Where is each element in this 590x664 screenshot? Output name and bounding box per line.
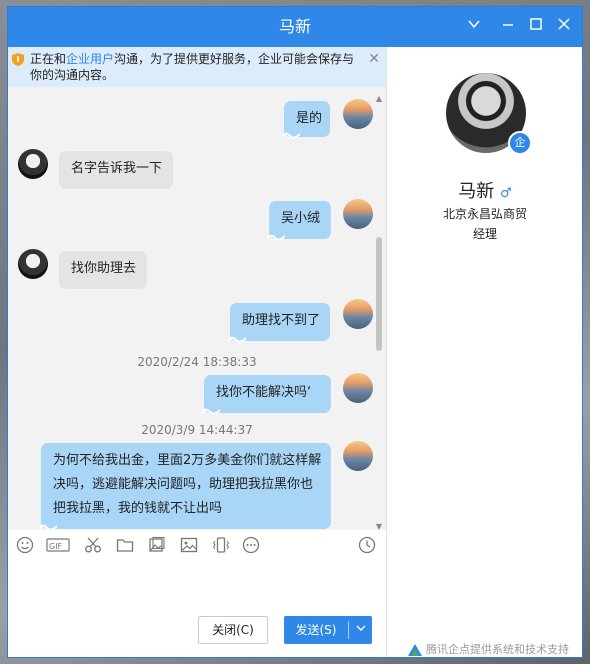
title-bar: 马新 xyxy=(8,7,582,47)
privacy-notice: 正在和企业用户沟通，为了提供更好服务，企业可能会保存与你的沟通内容。 ✕ xyxy=(8,47,386,87)
message-text: 助理找不到了 xyxy=(242,313,321,328)
my-avatar[interactable] xyxy=(343,99,373,129)
emoji-icon[interactable] xyxy=(16,536,34,554)
contact-avatar[interactable] xyxy=(18,149,48,179)
timestamp: 2020/3/9 14:44:37 xyxy=(141,423,253,437)
vibrate-icon[interactable] xyxy=(212,536,230,554)
profile-title: 经理 xyxy=(472,227,497,241)
qidian-logo-icon xyxy=(408,644,422,656)
profile-name-text: 马新 xyxy=(458,181,495,202)
my-avatar[interactable] xyxy=(343,299,373,329)
send-label: 发送(S) xyxy=(295,623,337,637)
scissors-icon[interactable] xyxy=(84,536,102,554)
message-text-line: 决吗，逃避能解决问题吗，助理把我拉黑你也 xyxy=(53,477,314,492)
close-icon[interactable] xyxy=(554,17,574,37)
message-list[interactable]: 是的 名字告诉我一下 吴小绒 找你助理去 助理找不到了 2020/2/24 18… xyxy=(8,87,386,530)
enterprise-user-link[interactable]: 企业用户 xyxy=(66,52,114,66)
message-bubble[interactable]: 为何不给我出金，里面2万多美金你们就这样解 决吗，逃避能解决问题吗，助理把我拉黑… xyxy=(39,443,331,530)
wave-decoration-icon xyxy=(39,524,57,530)
message-bubble[interactable]: 吴小绒 xyxy=(267,201,331,241)
message-bubble[interactable]: 助理找不到了 xyxy=(228,303,330,343)
message-bubble[interactable]: 是的 xyxy=(282,101,330,139)
my-avatar[interactable] xyxy=(343,199,373,229)
image-folder-icon[interactable] xyxy=(148,536,166,554)
profile-name: 马新 ♂ xyxy=(386,177,582,203)
enterprise-badge: 企 xyxy=(508,131,532,155)
wave-decoration-icon xyxy=(267,234,285,241)
chevron-down-icon[interactable] xyxy=(464,17,484,37)
close-button[interactable]: 关闭(C) xyxy=(198,616,268,644)
shield-icon xyxy=(12,53,24,66)
minimize-icon[interactable] xyxy=(498,17,518,37)
footer-credit: 腾讯企点提供系统和技术支持 xyxy=(408,641,569,657)
scroll-thumb[interactable] xyxy=(376,237,382,351)
message-text: 是的 xyxy=(296,111,323,126)
timestamp: 2020/2/24 18:38:33 xyxy=(137,355,257,369)
send-button[interactable]: 发送(S) xyxy=(284,616,372,644)
message-text: 找你助理去 xyxy=(71,261,137,276)
wave-decoration-icon xyxy=(228,336,246,343)
gif-icon[interactable]: GIF xyxy=(46,536,70,554)
close-notice-icon[interactable]: ✕ xyxy=(368,51,380,67)
maximize-icon[interactable] xyxy=(526,17,546,37)
input-toolbar: GIF xyxy=(8,530,386,560)
panel-divider xyxy=(386,47,387,657)
message-bubble[interactable]: 找你不能解决吗‘ xyxy=(202,375,331,415)
male-icon: ♂ xyxy=(500,186,512,201)
folder-icon[interactable] xyxy=(116,536,134,554)
message-bubble[interactable]: 名字告诉我一下 xyxy=(59,151,173,189)
message-text-line: 把我拉黑，我的钱就不让出吗 xyxy=(53,501,223,516)
wave-decoration-icon xyxy=(282,132,300,139)
more-icon[interactable] xyxy=(242,536,260,554)
send-options-chevron-icon[interactable] xyxy=(349,616,372,644)
my-avatar[interactable] xyxy=(343,441,373,471)
notice-text-before: 正在和 xyxy=(30,52,67,66)
chat-window: 马新 正在和企业用户沟通，为了提供更好服务，企业可能会保存与你的沟通内容。 ✕ … xyxy=(7,6,583,658)
svg-text:GIF: GIF xyxy=(49,542,63,551)
window-title: 马新 xyxy=(278,17,311,36)
picture-icon[interactable] xyxy=(180,536,198,554)
profile-company: 北京永昌弘商贸 xyxy=(442,207,527,221)
message-text: 找你不能解决吗‘ xyxy=(216,385,312,400)
message-bubble[interactable]: 找你助理去 xyxy=(59,251,147,289)
message-text: 名字告诉我一下 xyxy=(71,161,163,176)
message-text-line: 为何不给我出金，里面2万多美金你们就这样解 xyxy=(53,453,322,468)
history-clock-icon[interactable] xyxy=(358,536,376,554)
message-text: 吴小绒 xyxy=(281,211,321,226)
chat-scrollbar[interactable]: ▲ ▼ xyxy=(375,95,383,531)
footer-text: 腾讯企点提供系统和技术支持 xyxy=(426,643,569,656)
my-avatar[interactable] xyxy=(343,373,373,403)
scroll-up-icon[interactable]: ▲ xyxy=(375,95,383,103)
contact-avatar[interactable] xyxy=(18,249,48,279)
wave-decoration-icon xyxy=(202,408,220,415)
